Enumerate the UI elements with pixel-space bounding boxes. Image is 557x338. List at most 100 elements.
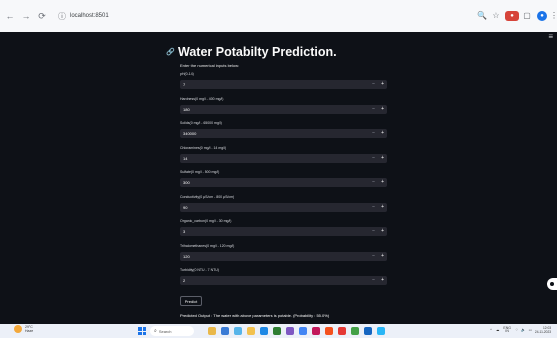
start-windows-icon[interactable]	[138, 327, 146, 335]
taskbar-app-taskview-icon[interactable]	[221, 327, 229, 335]
predict-button[interactable]: Predict	[180, 296, 202, 306]
number-input[interactable]: 3 − +	[180, 227, 387, 236]
taskbar-search[interactable]: ⌕ Search	[150, 326, 194, 336]
taskbar-app-powerpoint-icon[interactable]	[325, 327, 333, 335]
hamburger-menu-icon[interactable]: ≡	[548, 32, 553, 41]
url-text: localhost:8501	[70, 13, 109, 19]
weather-desc: Haze	[25, 329, 34, 333]
number-input[interactable]: 90 − +	[180, 202, 387, 212]
increment-button[interactable]: +	[381, 154, 384, 163]
page-title: Water Potabilty Prediction.	[178, 45, 337, 59]
weather-sun-icon	[14, 325, 22, 333]
zoom-icon[interactable]: 🔍	[476, 9, 488, 23]
decrement-button[interactable]: −	[372, 203, 375, 212]
decrement-button[interactable]: −	[372, 80, 375, 89]
number-input[interactable]: 7 − +	[180, 80, 387, 89]
weather-widget[interactable]: 29°C Haze	[14, 325, 33, 333]
search-icon: ⌕	[154, 328, 157, 334]
taskbar-app-office-icon[interactable]	[312, 327, 320, 335]
forward-icon[interactable]: →	[20, 9, 32, 23]
address-bar-row: ← → ⟳ ⓘ localhost:8501 🔍 ☆ ● ▢ ● ⋮	[0, 8, 557, 24]
number-input-value: 180	[183, 106, 190, 112]
taskbar-app-widgets-icon[interactable]	[234, 327, 242, 335]
number-input[interactable]: 14 − +	[180, 153, 387, 163]
increment-button[interactable]: +	[381, 276, 384, 285]
battery-icon[interactable]: ▭	[529, 328, 532, 332]
decrement-button[interactable]: −	[372, 129, 375, 138]
app-area: ≡ 🔗 Water Potabilty Prediction. Enter th…	[0, 32, 557, 324]
number-input-value: 90	[183, 204, 188, 210]
number-input-value: 340000	[183, 131, 197, 136]
field-label: pH(0-14)	[180, 72, 194, 76]
number-input-value: 7	[183, 82, 186, 87]
screen: ← → ⟳ ⓘ localhost:8501 🔍 ☆ ● ▢ ● ⋮ ≡ 🔗 W…	[0, 0, 557, 338]
back-icon[interactable]: ←	[4, 9, 16, 23]
decrement-button[interactable]: −	[372, 105, 375, 114]
volume-icon[interactable]: 🔈	[521, 328, 525, 332]
field-label: Turbidity(0 NTU - 7 NTU)	[180, 268, 219, 272]
number-input-value: 300	[183, 180, 190, 185]
field-label: Organic_carbon(0 mg/l - 30 mg/l)	[180, 219, 232, 223]
field-label: Conductivity(0 μS/cm - 800 μS/cm)	[180, 194, 235, 199]
url-field[interactable]: ⓘ localhost:8501	[58, 9, 458, 23]
tray-chevron-icon[interactable]: ^	[490, 328, 492, 332]
reload-icon[interactable]: ⟳	[36, 9, 48, 23]
title-row: 🔗 Water Potabilty Prediction.	[166, 44, 406, 60]
weather-text: 29°C Haze	[25, 325, 33, 333]
number-input[interactable]: 2 − +	[180, 276, 387, 285]
extension-icon[interactable]: ●	[505, 11, 519, 21]
taskbar-app-chrome2-icon[interactable]	[351, 327, 359, 335]
menu-icon[interactable]: ⋮	[548, 9, 557, 23]
number-input[interactable]: 180 − +	[180, 104, 387, 114]
profile-icon[interactable]: ●	[537, 11, 547, 21]
system-tray: ^ ☁ ENG IN ⌔ 🔈 ▭ 12:03 24-11-2023	[490, 326, 551, 334]
increment-button[interactable]: +	[381, 203, 384, 212]
taskbar-app-emoji-icon[interactable]	[208, 327, 216, 335]
field-label: Chloramines(0 mg/l - 14 mg/l)	[180, 145, 227, 150]
number-input[interactable]: 120 − +	[180, 251, 387, 261]
page-subtitle: Enter the numerical inputs below:	[180, 63, 240, 68]
taskbar-app-store-icon[interactable]	[286, 327, 294, 335]
field-label: Hardness(0 mg/l - 400 mg/l)	[180, 96, 224, 101]
increment-button[interactable]: +	[381, 227, 384, 236]
decrement-button[interactable]: −	[372, 252, 375, 261]
decrement-button[interactable]: −	[372, 227, 375, 236]
number-input[interactable]: 340000 − +	[180, 129, 387, 138]
taskbar-app-teams-icon[interactable]	[377, 327, 385, 335]
taskbar-app-chrome-icon[interactable]	[273, 327, 281, 335]
decrement-button[interactable]: −	[372, 154, 375, 163]
taskbar-app-youtube-icon[interactable]	[338, 327, 346, 335]
decrement-button[interactable]: −	[372, 178, 375, 187]
prediction-output: Predicted Output : The water with above …	[180, 313, 330, 318]
taskbar-app-explorer-icon[interactable]	[247, 327, 255, 335]
browser-chrome: ← → ⟳ ⓘ localhost:8501 🔍 ☆ ● ▢ ● ⋮	[0, 0, 557, 32]
chat-fab-icon[interactable]	[547, 278, 557, 290]
increment-button[interactable]: +	[381, 105, 384, 114]
info-icon[interactable]: ⓘ	[58, 11, 66, 22]
decrement-button[interactable]: −	[372, 276, 375, 285]
number-input-value: 2	[183, 278, 186, 283]
tray-lang-region: IN	[505, 329, 509, 333]
number-input-value: 120	[183, 253, 190, 259]
star-icon[interactable]: ☆	[490, 9, 502, 23]
taskbar-app-mail-icon[interactable]	[299, 327, 307, 335]
taskbar-app-vscode-icon[interactable]	[364, 327, 372, 335]
field-label: Trihalomethanes(0 mg/l - 120 mg/l)	[180, 243, 235, 248]
tray-onedrive-icon[interactable]: ☁	[496, 328, 500, 332]
number-input-value: 3	[183, 229, 186, 234]
taskbar-app-edge-icon[interactable]	[260, 327, 268, 335]
clock-date: 24-11-2023	[534, 330, 551, 334]
increment-button[interactable]: +	[381, 252, 384, 261]
increment-button[interactable]: +	[381, 80, 384, 89]
number-input[interactable]: 300 − +	[180, 178, 387, 187]
clock[interactable]: 12:03 24-11-2023	[535, 326, 551, 334]
tray-language[interactable]: ENG IN	[503, 326, 511, 334]
field-label: Sulfate(0 mg/l - 500 mg/l)	[180, 170, 220, 174]
tab-icon[interactable]: ▢	[521, 9, 533, 23]
increment-button[interactable]: +	[381, 178, 384, 187]
field-label: Solids(0 mg/l - 65000 mg/l)	[180, 121, 222, 125]
increment-button[interactable]: +	[381, 129, 384, 138]
anchor-link-icon[interactable]: 🔗	[166, 48, 178, 56]
taskbar: 29°C Haze ⌕ Search ^ ☁ ENG IN ⌔ 🔈 ▭ 12:0…	[0, 324, 557, 338]
wifi-icon[interactable]: ⌔	[515, 328, 518, 333]
